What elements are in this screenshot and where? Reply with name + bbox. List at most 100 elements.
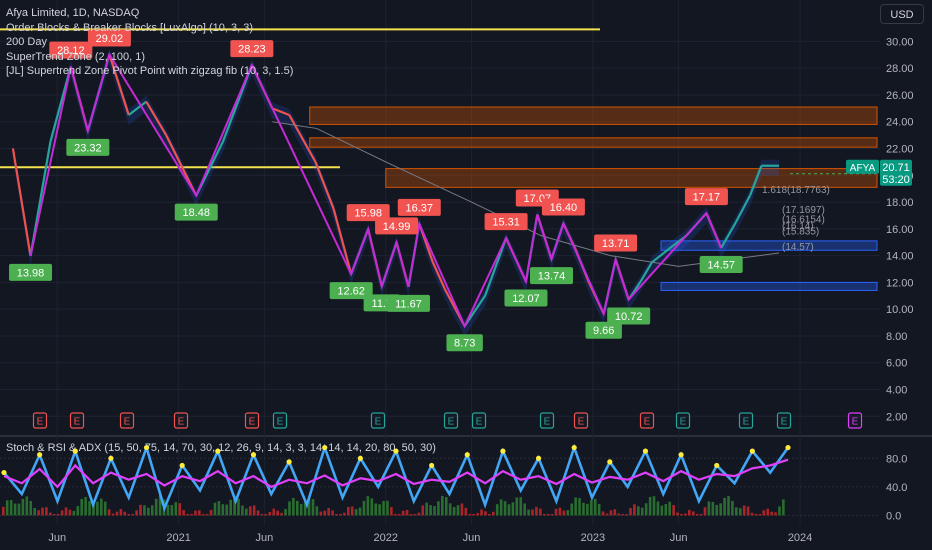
earnings-marker-label: E [680,417,687,428]
histogram-bar [488,514,491,516]
legend-indicator-200-day[interactable]: 200 Day [6,35,293,50]
histogram-bar [100,498,103,516]
histogram-bar [750,512,754,516]
histogram-bar [390,507,393,516]
histogram-bar [248,506,252,516]
histogram-bar [221,504,225,516]
histogram-bar [119,509,123,516]
histogram-bar [656,501,660,516]
histogram-bar [758,514,762,516]
currency-button[interactable]: USD [880,4,924,24]
histogram-bar [774,512,777,516]
histogram-bar [131,514,134,516]
histogram-bar [640,507,644,516]
histogram-bar [327,508,330,516]
signal-dot [286,459,292,465]
price-tick-label: 30.00 [886,36,914,48]
histogram-bar [13,503,17,516]
histogram-bar [503,501,507,516]
histogram-bar [2,506,5,516]
histogram-bar [45,507,48,516]
legend-indicator-zigzag-fib[interactable]: [JL] Supertrend Zone Pivot Point with zi… [6,64,293,79]
histogram-bar [699,514,703,516]
histogram-bar [558,507,562,516]
histogram-bar [80,498,83,516]
histogram-bar [17,503,21,516]
legend-indicator-order-blocks[interactable]: Order Blocks & Breaker Blocks [LuxAlgo] … [6,21,293,36]
pivot-label-low: 14.57 [707,259,735,271]
histogram-bar [315,506,319,516]
earnings-marker-label: E [124,417,131,428]
signal-dot [642,448,649,454]
histogram-bar [437,501,440,516]
time-tick-label: 2021 [166,532,190,544]
order-block-zone-blue[interactable] [660,240,878,251]
histogram-bar [154,498,158,516]
pivot-label-low: 23.32 [74,142,102,154]
histogram-bar [554,508,558,516]
order-block-zone-blue[interactable] [660,281,878,291]
histogram-bar [225,504,229,516]
earnings-marker-label: E [249,417,256,428]
time-tick-label: 2024 [788,532,812,544]
histogram-bar [331,510,334,516]
order-block-zone-orange[interactable] [309,106,878,125]
histogram-bar [213,502,217,516]
legend-title: Afya Limited, 1D, NASDAQ [6,7,140,19]
histogram-bar [96,501,99,516]
histogram-bar [268,511,272,516]
histogram-bar [715,504,719,516]
histogram-bar [354,509,358,516]
histogram-bar [41,507,44,516]
histogram-bar [378,504,381,516]
histogram-bar [64,507,68,516]
histogram-bar [519,497,523,516]
histogram-bar [284,508,287,516]
price-tick-label: 14.00 [886,251,914,263]
histogram-bar [323,510,327,516]
signal-dot [37,452,43,458]
price-chart[interactable]: 2.00 4.00 6.00 8.00 10.00 12.00 14.00 16.00 18.0… [0,0,932,550]
histogram-bar [178,503,181,516]
pivot-label-low: 9.66 [593,325,614,337]
earnings-marker-label: E [781,417,788,428]
histogram-bar [492,511,495,516]
signal-dot [72,448,78,454]
histogram-bar [150,505,154,516]
bar-countdown: 53:20 [882,174,910,186]
histogram-bar [107,509,111,516]
histogram-bar [60,510,64,516]
histogram-bar [680,514,683,516]
signal-dot [143,444,150,451]
histogram-bar [76,506,80,516]
oscillator-tick-label: 40.0 [886,482,907,494]
histogram-bar [394,513,397,516]
histogram-bar [143,505,146,516]
histogram-bar [374,503,377,516]
histogram-bar [88,501,91,516]
pivot-label-high: 16.37 [406,202,434,214]
histogram-bar [335,514,338,516]
histogram-bar [103,501,107,516]
price-tick-label: 10.00 [886,304,914,316]
histogram-bar [339,514,342,516]
signal-dot [322,444,328,451]
histogram-bar [229,499,232,516]
histogram-bar [174,502,178,516]
histogram-bar [742,505,746,516]
price-tick-label: 8.00 [886,331,907,343]
histogram-bar [299,503,303,516]
price-tick-label: 24.00 [886,117,914,129]
earnings-marker-label: E [178,417,185,428]
histogram-bar [770,511,773,516]
histogram-bar [194,510,197,516]
earnings-marker-label: E [476,417,483,428]
histogram-bar [711,501,715,516]
histogram-bar [358,507,362,516]
order-block-zone-orange[interactable] [309,137,878,148]
legend-indicator-supertrend-zone[interactable]: SuperTrend Zone (2, 100, 1) [6,50,293,65]
fib-level-label: 1.618(18.7763) [762,185,830,196]
histogram-bar [468,514,472,516]
histogram-bar [56,514,60,516]
earnings-marker-label: E [578,417,585,428]
